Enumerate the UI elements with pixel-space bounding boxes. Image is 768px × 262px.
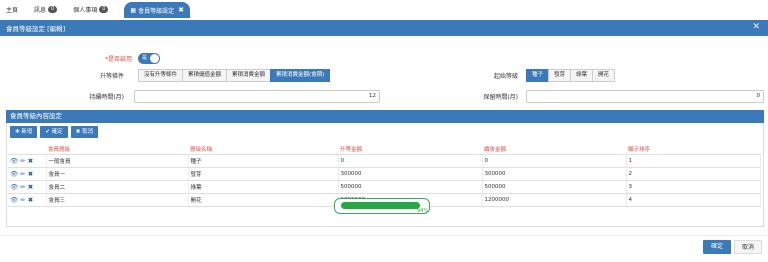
- cell-name: 綠葉: [188, 180, 339, 194]
- grace-row: 保留時間(月) 0: [470, 90, 764, 103]
- cell-order: 2: [626, 167, 761, 181]
- grace-label: 保留時間(月): [483, 94, 518, 101]
- maintain-input[interactable]: 12: [134, 90, 380, 103]
- cell-upgrade: 500000: [338, 180, 483, 194]
- cell-renew: 0: [482, 154, 627, 168]
- cell-renew: 500000: [482, 180, 627, 194]
- table-header-name: 層級名稱: [188, 144, 338, 155]
- pencil-icon[interactable]: ✏: [20, 196, 25, 204]
- cell-name: 種子: [188, 154, 339, 168]
- personal-count-badge: 0: [99, 5, 109, 13]
- table-header-renew: 續會金額: [482, 144, 626, 155]
- start-level-option-2[interactable]: 綠葉: [570, 69, 594, 82]
- delete-icon[interactable]: ✖: [28, 183, 33, 191]
- cell-renew: 300000: [482, 167, 627, 181]
- cell-level: 會員一: [46, 167, 189, 181]
- progress-label: 94%: [417, 208, 429, 214]
- eye-icon[interactable]: 👁: [10, 183, 18, 191]
- cell-name: 發芽: [188, 167, 339, 181]
- nav-home-label: 主頁: [6, 6, 19, 14]
- pencil-icon[interactable]: ✏: [20, 157, 25, 165]
- pencil-icon[interactable]: ✏: [20, 170, 25, 178]
- table-header-order: 顯示排序: [626, 144, 761, 155]
- progress-indicator: 94%: [334, 198, 430, 214]
- cell-name: 開花: [188, 193, 339, 207]
- dialog-title: 會員等級設定 [編輯]: [6, 25, 66, 33]
- pencil-icon[interactable]: ✏: [20, 183, 25, 191]
- nav-personal-label: 個人事項: [73, 6, 98, 14]
- start-level-option-3[interactable]: 開花: [592, 69, 616, 82]
- upgrade-label: 升等條件: [99, 73, 124, 80]
- row-actions: 👁 ✏ ✖: [8, 167, 47, 181]
- cell-level: 會員二: [46, 180, 189, 194]
- cell-upgrade: 0: [338, 154, 483, 168]
- top-nav: 主頁 訊息 0 個人事項 0 ▦ 會員等級設定 ✖: [0, 0, 768, 18]
- start-level-option-0[interactable]: 種子: [526, 69, 550, 82]
- table-header-upgrade: 升等金額: [338, 144, 482, 155]
- table-header-level: 會員層級: [46, 144, 188, 155]
- delete-icon[interactable]: ✖: [28, 196, 33, 204]
- upgrade-option-3[interactable]: 累積消費金額(會期): [270, 69, 331, 82]
- row-actions: 👁 ✏ ✖: [8, 180, 47, 194]
- cell-order: 4: [626, 193, 761, 207]
- nav-personal[interactable]: 個人事項 0: [73, 5, 109, 14]
- dialog-header: 會員等級設定 [編輯] ✕: [0, 20, 768, 36]
- enabled-row: *是否啟用 是: [70, 53, 160, 64]
- inbox-count-badge: 0: [48, 5, 58, 13]
- enabled-toggle[interactable]: 是: [138, 53, 160, 64]
- tab-member-level[interactable]: ▦ 會員等級設定 ✖: [124, 2, 190, 18]
- cancel-edit-button[interactable]: ✖ 取消: [70, 126, 99, 138]
- start-level-option-1[interactable]: 發芽: [548, 69, 572, 82]
- upgrade-option-0[interactable]: 沒有升等條件: [138, 69, 184, 82]
- cancel-button[interactable]: 取消: [734, 240, 762, 254]
- maintain-label: 持續時間(月): [89, 94, 124, 101]
- row-actions: 👁 ✏ ✖: [8, 154, 47, 168]
- duration-row: 持續時間(月) 12: [70, 90, 380, 103]
- table-row: 👁 ✏ ✖ 一般會員 種子 0 0 1: [8, 154, 761, 168]
- eye-icon[interactable]: 👁: [10, 196, 18, 204]
- nav-inbox-label: 訊息: [34, 6, 47, 14]
- upgrade-options: 沒有升等條件 累積儲值金額 累積消費金額 累積消費金額(會期): [138, 69, 331, 82]
- start-level-row: 起始等級 種子 發芽 綠葉 開花: [470, 69, 616, 82]
- cell-level: 會員三: [46, 193, 189, 207]
- table-row: 👁 ✏ ✖ 會員一 發芽 300000 300000 2: [8, 167, 761, 181]
- footer-divider: [0, 235, 768, 236]
- upgrade-row: 升等條件 沒有升等條件 累積儲值金額 累積消費金額 累積消費金額(會期): [70, 69, 331, 82]
- progress-bar-fill: [341, 202, 420, 209]
- cell-upgrade: 300000: [338, 167, 483, 181]
- delete-icon[interactable]: ✖: [28, 157, 33, 165]
- tab-label: 會員等級設定: [138, 7, 175, 15]
- row-actions: 👁 ✏ ✖: [8, 193, 47, 207]
- nav-inbox[interactable]: 訊息 0: [34, 5, 58, 14]
- confirm-button[interactable]: ✔ 確定: [40, 126, 68, 138]
- delete-icon[interactable]: ✖: [28, 170, 33, 178]
- dialog-close-icon[interactable]: ✕: [752, 23, 760, 32]
- upgrade-option-2[interactable]: 累積消費金額: [226, 69, 272, 82]
- start-level-options: 種子 發芽 綠葉 開花: [526, 69, 616, 82]
- cell-order: 1: [626, 154, 761, 168]
- grace-input[interactable]: 0: [526, 90, 764, 103]
- nav-home[interactable]: 主頁: [6, 5, 18, 14]
- eye-icon[interactable]: 👁: [10, 170, 18, 178]
- cell-order: 3: [626, 180, 761, 194]
- grid-toolbar: ✚ 新增 ✔ 確定 ✖ 取消: [10, 126, 99, 138]
- cell-renew: 1200000: [482, 193, 627, 207]
- table-row: 👁 ✏ ✖ 會員二 綠葉 500000 500000 3: [8, 180, 761, 194]
- section-header: 會員等級內容設定: [6, 110, 764, 123]
- close-tab-icon[interactable]: ✖: [178, 6, 184, 14]
- add-button[interactable]: ✚ 新增: [10, 126, 38, 138]
- ok-button[interactable]: 確定: [703, 240, 731, 254]
- start-level-label: 起始等級: [493, 73, 518, 80]
- list-icon: ▦: [130, 6, 137, 14]
- enabled-label: *是否啟用: [104, 56, 132, 63]
- upgrade-option-1[interactable]: 累積儲值金額: [182, 69, 228, 82]
- eye-icon[interactable]: 👁: [10, 157, 18, 165]
- cell-level: 一般會員: [46, 154, 189, 168]
- table-header-actions: [8, 144, 46, 155]
